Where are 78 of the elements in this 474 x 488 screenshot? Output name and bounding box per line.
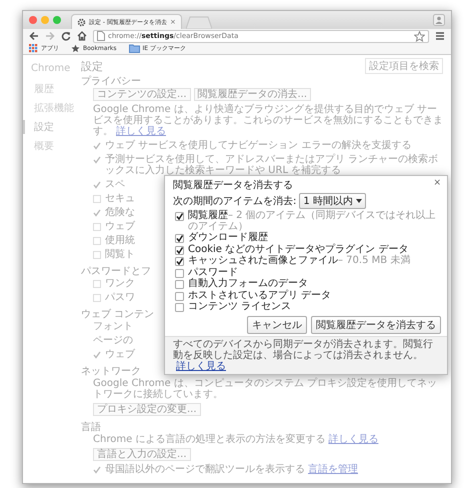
link[interactable]: 言語を管理 [308,464,358,475]
checkbox[interactable] [175,292,184,300]
gear-icon [77,18,86,26]
cancel-button[interactable]: キャンセル [247,316,307,334]
link[interactable]: 詳しく見る [116,126,166,137]
star-icon [71,44,80,53]
checkbox[interactable] [175,234,184,243]
forward-icon[interactable] [45,31,55,41]
checkbox-label: スペ [105,179,125,190]
zoom-window-icon[interactable] [53,16,61,24]
checkbox[interactable] [93,181,101,189]
description-text: Chrome による言語の処理と表示の方法を変更する 詳しく見る [93,434,378,445]
period-dropdown[interactable]: 1 時間以内 [299,193,366,209]
checkbox[interactable] [93,142,101,150]
checkbox-label: 閲覧ト [105,249,135,260]
section-title: パスワードとフ [81,266,151,278]
checkbox[interactable] [175,257,184,266]
dialog-title: 閲覧履歴データを消去する [173,178,293,192]
checkbox-label: ホストされているアプリ データ [188,290,332,301]
menu-icon[interactable] [435,31,445,41]
checkbox-label: セキュ [105,193,135,204]
star-icon[interactable] [414,30,425,42]
description-text: Google Chrome は、より快適なブラウジングを提供する目的でウェブ サービスを使用することがあります。これらのサービスを無効にすることもできます。 詳しく見る [93,104,443,137]
checkbox-label: コンテンツ ライセンス [188,302,292,312]
section-title: ネットワーク [81,366,141,378]
caret-icon [356,199,362,203]
profile-icon[interactable] [433,14,445,26]
settings-button[interactable]: 言語と入力の設定... [93,448,191,461]
checkbox[interactable] [175,246,184,254]
checkbox-label: ウェブ サービスを使用してナビゲーション エラーの解決を支援する [105,140,412,151]
section-title: ウェブ コンテン [81,309,154,321]
checkbox-label: ワンク [105,278,135,289]
back-icon[interactable] [29,31,39,41]
link[interactable]: 詳しく見る [328,434,378,445]
checkbox[interactable] [93,351,101,359]
checkbox-label: 危険な [105,207,135,218]
home-icon[interactable] [77,31,87,41]
checkbox-label: 閲覧履歴– 2 個のアイテム（同期デバイスではそれ以上のアイテム） [188,211,437,232]
checkbox-label: 使用統 [105,235,135,246]
search-field[interactable]: 設定項目を検索 [365,58,443,74]
checkbox[interactable] [175,268,184,278]
checkbox-label: ダウンロード履歴 [188,233,268,244]
checkbox[interactable] [93,209,101,217]
checkbox-label: キャッシュされた画像とファイル– 70.5 MB 未満 [188,256,410,266]
clear-data-button[interactable]: 閲覧履歴データを消去する [311,316,441,334]
checkbox-label: ウェブ [105,349,135,360]
page-title: 設定 [81,58,103,74]
checkbox-label: パスワ [105,292,135,303]
new-tab-button[interactable] [186,16,212,29]
sidebar-title: Chrome [31,63,72,74]
close-button[interactable]: × [433,178,441,192]
settings-button[interactable]: 閲覧履歴データの消去... [194,88,312,101]
footer-text: すべてのデバイスから同期データが消去されます。閲覧行動を反映した設定は、場合によっては消去されません。 詳しく見る [165,336,447,374]
checkbox[interactable] [93,466,101,474]
close-window-icon[interactable] [29,16,37,24]
settings-button[interactable]: コンテンツの設定... [93,88,191,101]
description-text: フォント [93,321,133,332]
sidebar-item[interactable]: 設定 [23,120,81,134]
apps-grid-icon [29,44,38,53]
checkbox-label: Cookie などのサイトデータやプラグイン データ [188,244,408,254]
checkbox[interactable] [175,212,184,221]
period-label: 次の期間のアイテムを消去: [173,194,296,208]
description-text: Google Chrome は、コンピュータのシステム プロキシ設定を使用してネットワークに接続しています。 [93,378,438,400]
checkbox-label: 予測サービスを使用して、アドレスバーまたはアプリ ランチャーの検索ボックスに入力した検索キーワードや URL を補完する [105,154,440,176]
minimize-window-icon[interactable] [41,16,49,24]
section-title: プライバシー [81,76,141,88]
checkbox[interactable] [93,156,101,164]
section-title: 言語 [81,422,101,434]
learn-more-link[interactable]: 詳しく見る [176,360,226,372]
settings-button[interactable]: プロキシ設定の変更... [93,403,201,416]
description-text: ページの [93,335,133,346]
reload-icon[interactable] [61,31,71,41]
checkbox[interactable] [175,303,184,312]
checkbox-label: 母国語以外のページで翻訳ツールを表示する 言語を管理 [105,464,358,475]
checkbox-label: 自動入力フォームのデータ [188,279,308,290]
checkbox[interactable] [175,280,184,289]
checkbox-label: パスワード [188,268,238,278]
checkbox-label: ウェブ [105,221,135,232]
